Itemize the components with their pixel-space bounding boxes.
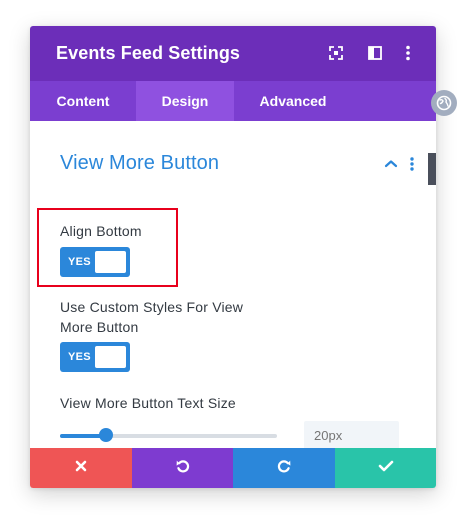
kebab-menu-icon[interactable] (399, 44, 417, 62)
settings-content: View More Button Align Bottom YES Use Cu… (30, 121, 436, 450)
save-button[interactable] (335, 448, 436, 488)
close-icon (75, 459, 87, 477)
check-icon (378, 459, 394, 477)
scrollbar[interactable] (428, 153, 436, 185)
page: Events Feed Settings Content Design Adva… (0, 0, 474, 519)
tab-content[interactable]: Content (30, 81, 136, 121)
toggle-knob (95, 346, 126, 368)
sidebar-layout-icon[interactable] (366, 44, 384, 62)
section-menu-icon[interactable] (407, 156, 417, 172)
tab-design[interactable]: Design (136, 81, 234, 121)
globe-icon[interactable] (431, 90, 457, 116)
text-size-slider-handle[interactable] (98, 428, 113, 442)
text-size-input[interactable] (304, 421, 399, 450)
undo-button[interactable] (132, 448, 233, 488)
redo-button[interactable] (233, 448, 335, 488)
toggle-state-label: YES (68, 351, 91, 363)
modal-title: Events Feed Settings (56, 43, 241, 63)
custom-styles-label-line2: More Button (60, 319, 139, 335)
custom-styles-toggle[interactable]: YES (60, 342, 130, 372)
expand-icon[interactable] (327, 44, 345, 62)
redo-icon (276, 458, 292, 479)
undo-icon (175, 458, 191, 479)
cancel-button[interactable] (30, 448, 132, 488)
highlight-box (37, 208, 178, 287)
tab-advanced[interactable]: Advanced (234, 81, 352, 121)
text-size-label: View More Button Text Size (60, 395, 236, 411)
custom-styles-label-line1: Use Custom Styles For View (60, 299, 244, 315)
tab-bar: Content Design Advanced (30, 81, 436, 121)
section-title[interactable]: View More Button (60, 152, 219, 175)
chevron-up-icon[interactable] (383, 157, 399, 169)
settings-modal: Events Feed Settings Content Design Adva… (30, 26, 436, 488)
custom-styles-label: Use Custom Styles For View More Button (60, 297, 243, 337)
modal-header: Events Feed Settings (30, 26, 436, 81)
modal-footer (30, 448, 436, 488)
text-size-slider-track[interactable] (60, 434, 277, 438)
